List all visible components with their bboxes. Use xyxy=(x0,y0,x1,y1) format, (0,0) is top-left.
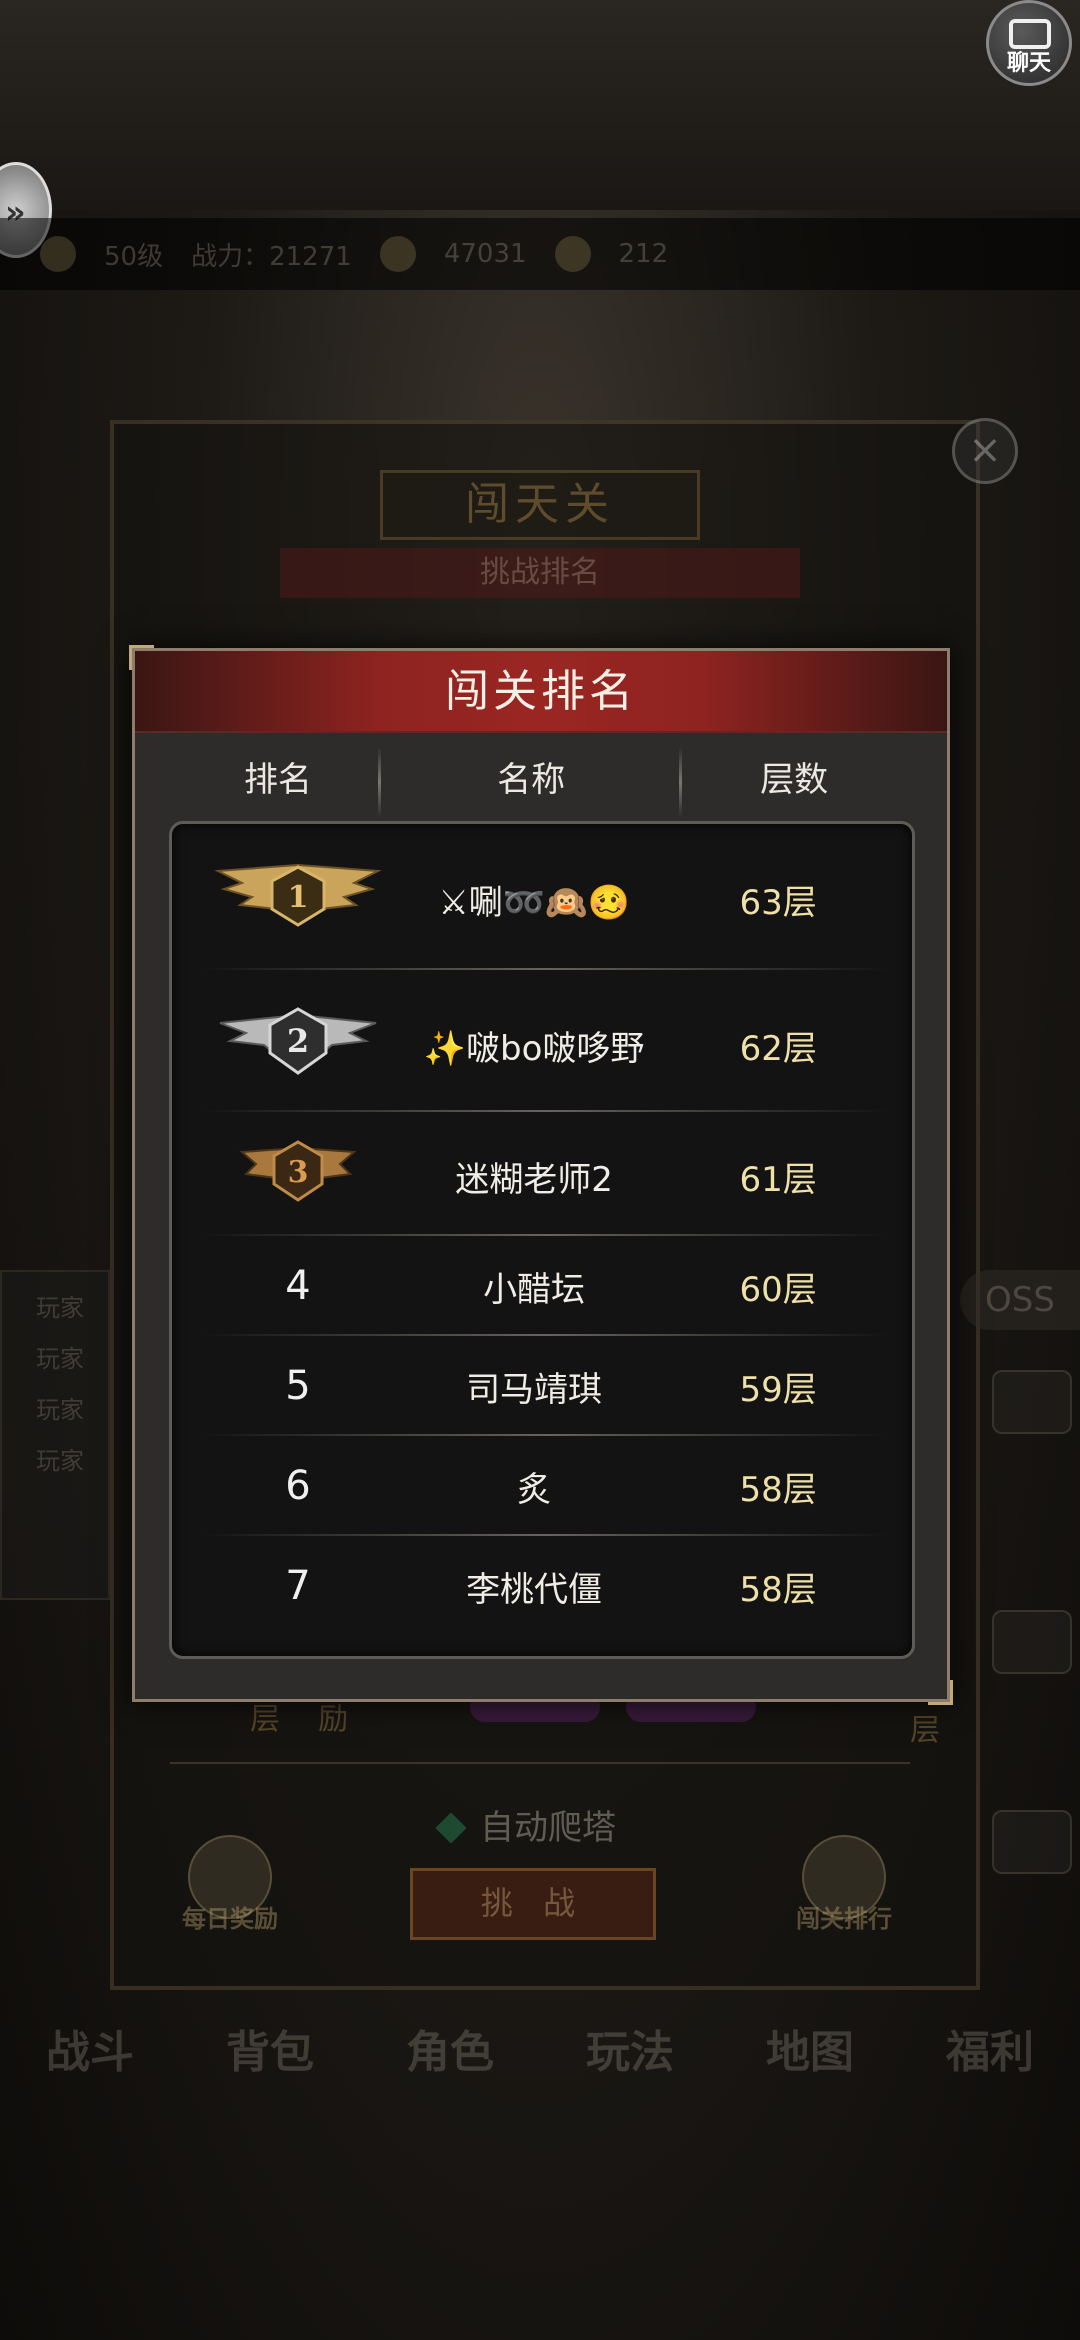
chat-label: 聊天 xyxy=(1006,51,1051,76)
table-row: 3 迷糊老师2 61层 xyxy=(172,1116,912,1236)
log-line: 玩家 xyxy=(36,1447,84,1475)
log-line: 玩家 xyxy=(36,1345,84,1373)
diamond-icon xyxy=(435,1812,467,1844)
nav-map[interactable]: 地图 xyxy=(766,2016,854,2090)
rank-number: 1 xyxy=(288,880,309,915)
nav-character[interactable]: 角色 xyxy=(406,2016,494,2090)
player-level: 50级 xyxy=(104,241,164,272)
floor-count: 62层 xyxy=(739,1028,817,1069)
side-button[interactable] xyxy=(992,1610,1072,1674)
close-icon[interactable]: × xyxy=(952,418,1018,484)
rank-cell: 2 xyxy=(172,1003,424,1087)
rank-number: 4 xyxy=(285,1263,311,1309)
avatar-icon xyxy=(40,236,76,272)
player-name: 迷糊老师2 xyxy=(455,1159,613,1200)
stage-subtitle: 挑战排名 xyxy=(280,548,800,598)
daily-reward-label: 每日奖励 xyxy=(182,1905,278,1933)
mail-icon[interactable] xyxy=(992,1370,1072,1434)
bottom-navigation: 战斗 背包 角色 玩法 地图 福利 xyxy=(0,1950,1080,2090)
combat-power: 战力：21271 xyxy=(191,241,352,272)
divider xyxy=(170,1762,910,1764)
ingot-amount: 212 xyxy=(618,239,669,269)
log-line: 玩家 xyxy=(36,1294,84,1322)
gold-amount: 47031 xyxy=(443,239,527,269)
chat-button[interactable]: 聊天 xyxy=(986,0,1072,86)
ranking-modal: 闯关排名 排名 名称 层数 1 ⚔唰➿🙉🥴 63层 2 ✨啵bo啵哆野 62层 … xyxy=(129,645,953,1705)
rank-number: 7 xyxy=(285,1563,311,1609)
auto-climb-toggle[interactable]: 自动爬塔 xyxy=(435,1800,616,1849)
floor-count: 58层 xyxy=(739,1569,817,1610)
side-button[interactable] xyxy=(992,1810,1072,1874)
top-banner-area xyxy=(0,0,1080,210)
rank-number: 5 xyxy=(285,1363,311,1409)
rank-number: 2 xyxy=(287,1022,309,1060)
silver-rank-badge-icon: 2 xyxy=(212,1003,384,1077)
ranking-label: 闯关排行 xyxy=(796,1905,892,1933)
rank-cell: 1 xyxy=(172,857,424,941)
column-separator xyxy=(378,747,381,817)
floor-count: 61层 xyxy=(739,1159,817,1200)
ingot-icon xyxy=(554,236,591,272)
column-name: 名称 xyxy=(497,760,566,800)
nav-battle[interactable]: 战斗 xyxy=(46,2016,134,2090)
ranking-list[interactable]: 1 ⚔唰➿🙉🥴 63层 2 ✨啵bo啵哆野 62层 3 迷糊老师2 61层 4 … xyxy=(169,821,915,1659)
modal-title: 闯关排名 xyxy=(445,666,637,717)
boss-button[interactable]: OSS xyxy=(960,1270,1080,1330)
ranking-button[interactable]: 闯关排行 xyxy=(774,1835,914,1934)
player-name: 小醋坛 xyxy=(483,1269,586,1310)
daily-reward-button[interactable]: 每日奖励 xyxy=(170,1835,290,1934)
rank-number: 6 xyxy=(285,1463,311,1509)
floor-count: 58层 xyxy=(739,1469,817,1510)
table-row: 1 ⚔唰➿🙉🥴 63层 xyxy=(172,844,912,954)
table-row: 5 司马靖琪 59层 xyxy=(172,1336,912,1436)
player-name: 司马靖琪 xyxy=(466,1369,603,1410)
rank-number: 3 xyxy=(288,1155,309,1190)
stage-title: 闯天关 xyxy=(380,470,700,540)
floor-count: 63层 xyxy=(739,882,817,923)
gold-rank-badge-icon: 1 xyxy=(212,857,384,931)
table-row: 2 ✨啵bo啵哆野 62层 xyxy=(172,980,912,1110)
player-name: ⚔唰➿🙉🥴 xyxy=(438,882,630,923)
nav-bag[interactable]: 背包 xyxy=(226,2016,314,2090)
row-divider xyxy=(202,968,888,970)
column-headers: 排名 名称 层数 xyxy=(135,741,947,819)
table-row: 7 李桃代僵 58层 xyxy=(172,1536,912,1636)
player-log-panel: 玩家 玩家 玩家 玩家 xyxy=(0,1270,110,1600)
player-name: ✨啵bo啵哆野 xyxy=(423,1028,645,1069)
floor-count: 60层 xyxy=(739,1269,817,1310)
table-row: 6 炙 58层 xyxy=(172,1436,912,1536)
column-floor: 层数 xyxy=(760,760,829,800)
floor-label-right: 层 xyxy=(910,1713,940,1748)
nav-welfare[interactable]: 福利 xyxy=(946,2016,1034,2090)
player-name: 炙 xyxy=(517,1469,552,1510)
table-row: 4 小醋坛 60层 xyxy=(172,1236,912,1336)
row-divider xyxy=(202,1110,888,1112)
modal-header: 闯关排名 xyxy=(135,651,947,733)
nav-gameplay[interactable]: 玩法 xyxy=(586,2016,674,2090)
challenge-button[interactable]: 挑 战 xyxy=(410,1868,656,1940)
player-status-bar: 50级 战力：21271 47031 212 xyxy=(0,218,1080,290)
player-name: 李桃代僵 xyxy=(466,1569,603,1610)
rank-cell: 3 xyxy=(172,1134,424,1218)
bronze-rank-badge-icon: 3 xyxy=(212,1134,384,1208)
floor-count: 59层 xyxy=(739,1369,817,1410)
column-separator xyxy=(679,747,682,817)
coin-icon xyxy=(379,236,416,272)
log-line: 玩家 xyxy=(36,1396,84,1424)
